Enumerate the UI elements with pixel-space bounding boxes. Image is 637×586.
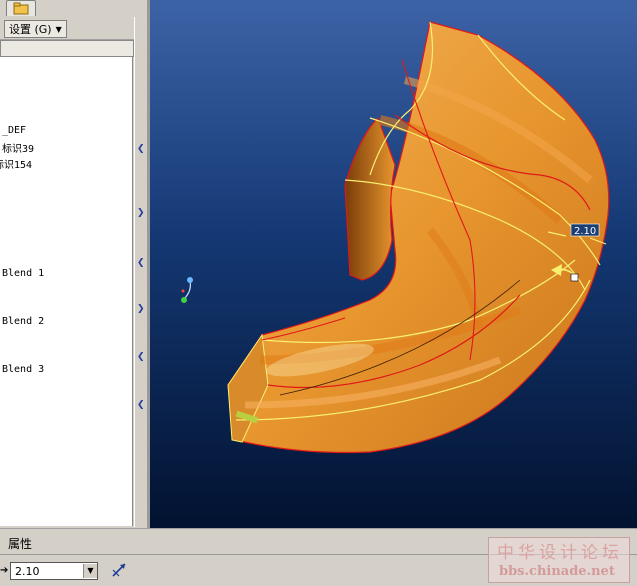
panel-tab-strip bbox=[0, 0, 148, 16]
watermark-url: bbs.chinade.net bbox=[499, 564, 615, 579]
panel-side-rail[interactable]: ❮ ❯ ❮ ❯ ❮ ❮ bbox=[134, 17, 148, 527]
properties-tab[interactable]: 属性 bbox=[8, 535, 32, 552]
tree-toolbar: 设置 (G) ▼ bbox=[0, 17, 134, 40]
dropdown-arrow-icon[interactable]: ▼ bbox=[83, 564, 97, 578]
flip-arrow-icon: ➔ bbox=[0, 565, 9, 576]
folder-tab[interactable] bbox=[6, 0, 36, 16]
graphics-viewport[interactable]: 2.10 bbox=[150, 0, 637, 528]
settings-menu-label: 设置 (G) bbox=[9, 23, 52, 36]
model-tree-panel: 设置 (G) ▼ _DEF 标识39 标识154 Blend 1 Blend 2… bbox=[0, 0, 148, 528]
blend-surface-inner-face[interactable] bbox=[344, 116, 396, 281]
chevron-right-icon[interactable]: ❯ bbox=[137, 305, 146, 314]
watermark-logo: 中华设计论坛 bbs.chinade.net bbox=[488, 537, 630, 583]
dropdown-arrow-icon: ▼ bbox=[55, 24, 62, 34]
tree-item[interactable]: 标识154 bbox=[0, 156, 32, 171]
chevron-left-icon[interactable]: ❮ bbox=[137, 401, 146, 410]
chevron-left-icon[interactable]: ❮ bbox=[137, 353, 146, 362]
folder-icon bbox=[13, 2, 29, 15]
3d-model-view: 2.10 bbox=[181, 21, 610, 454]
model-tree: _DEF 标识39 标识154 Blend 1 Blend 2 Blend 3 bbox=[0, 57, 133, 526]
tree-item-blend-2[interactable]: Blend 2 bbox=[2, 316, 44, 327]
tree-item[interactable]: 标识39 bbox=[2, 140, 34, 155]
dimension-input-value: 2.10 bbox=[15, 564, 40, 578]
dimension-input[interactable]: 2.10 ▼ bbox=[10, 562, 98, 580]
flip-direction-icon[interactable] bbox=[110, 561, 128, 579]
settings-menu-button[interactable]: 设置 (G) ▼ bbox=[4, 20, 67, 38]
coordinate-axis-icon bbox=[181, 277, 193, 303]
watermark-chinese: 中华设计论坛 bbox=[497, 543, 623, 563]
chevron-left-icon[interactable]: ❮ bbox=[137, 145, 146, 154]
tree-item-blend-3[interactable]: Blend 3 bbox=[2, 364, 44, 375]
tree-item-blend-1[interactable]: Blend 1 bbox=[2, 268, 44, 279]
tree-item[interactable]: _DEF bbox=[2, 125, 26, 136]
chevron-right-icon[interactable]: ❯ bbox=[137, 209, 146, 218]
dimension-tag: 2.10 bbox=[574, 226, 596, 237]
chevron-left-icon[interactable]: ❮ bbox=[137, 259, 146, 268]
tree-filter-bar[interactable] bbox=[0, 40, 134, 57]
